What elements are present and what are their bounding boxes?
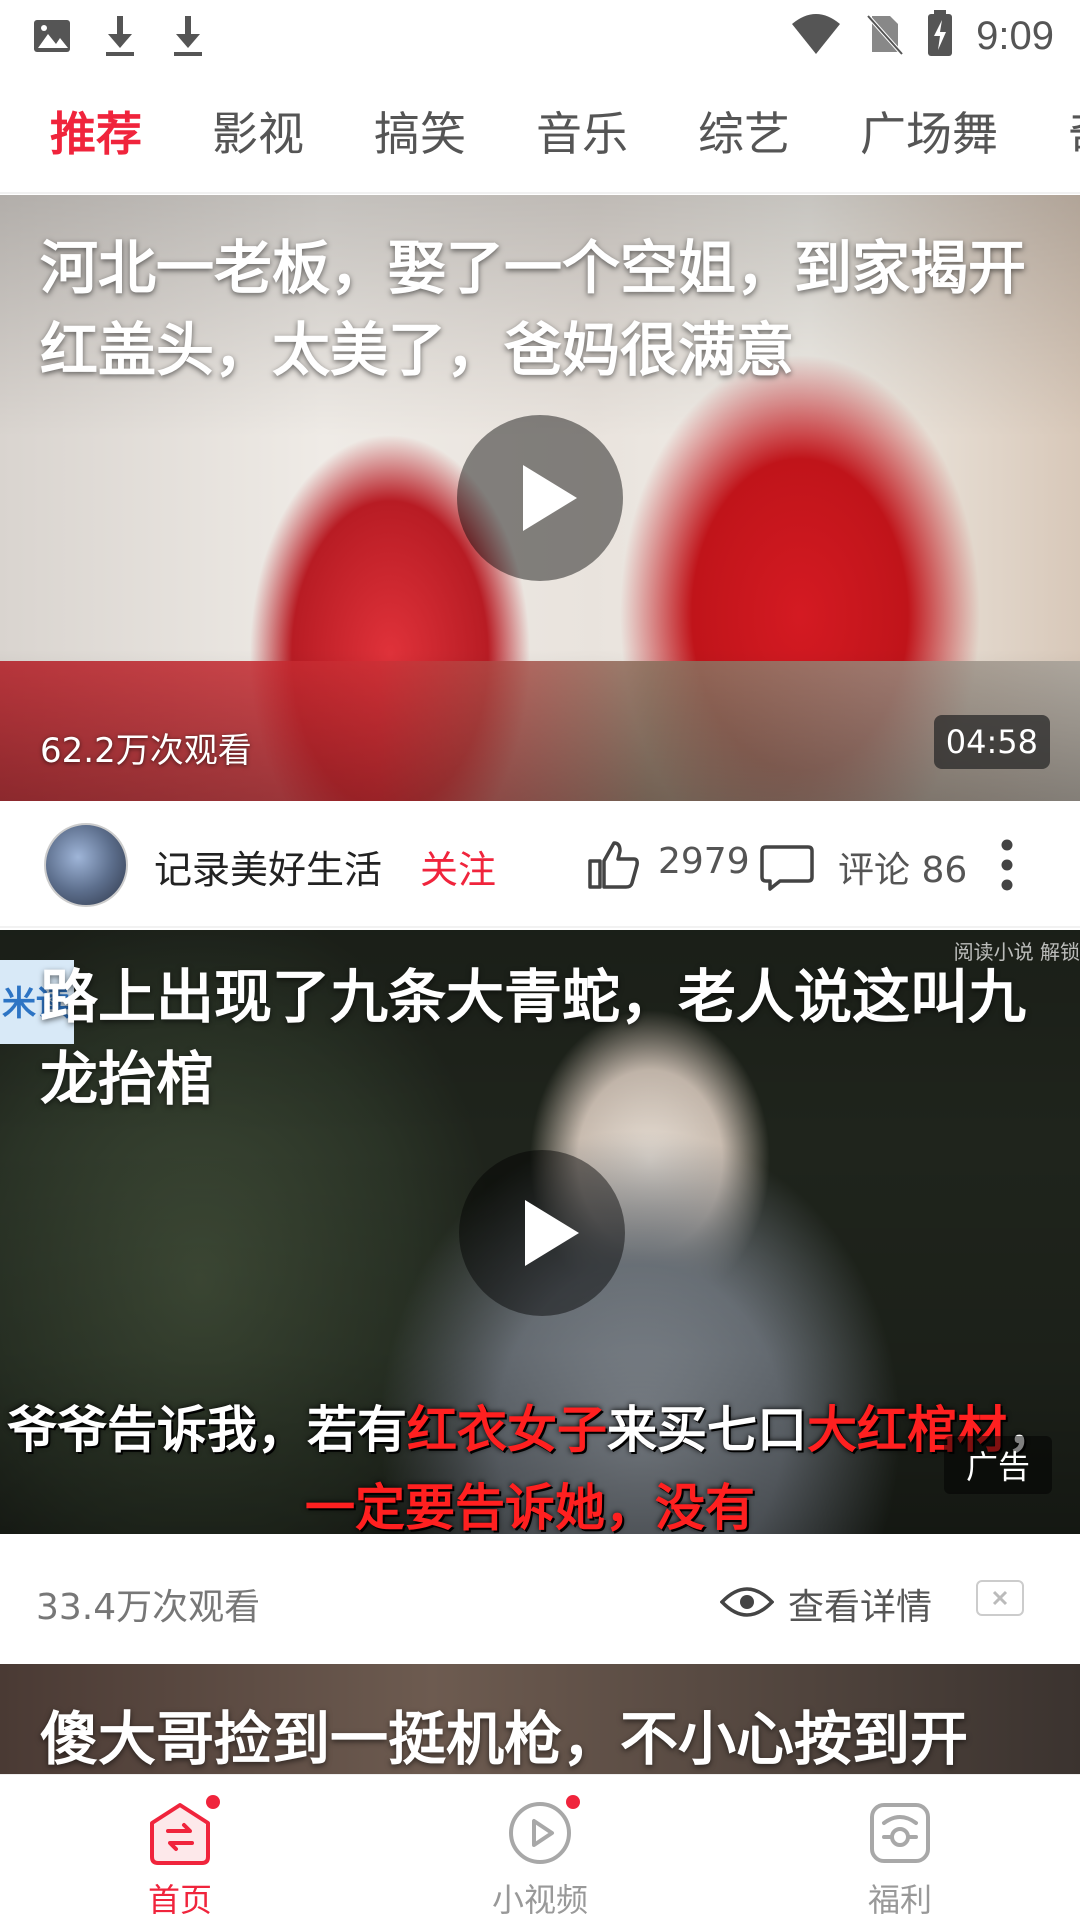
avatar[interactable] xyxy=(44,823,128,907)
tab-variety[interactable]: 综艺 xyxy=(698,98,790,164)
video-title[interactable]: 路上出现了九条大青蛇，老人说这叫九龙抬棺 xyxy=(40,956,1030,1120)
video-title[interactable]: 河北一老板，娶了一个空姐，到家揭开红盖头，太美了，爸妈很满意 xyxy=(40,227,1030,391)
tab-film[interactable]: 影视 xyxy=(212,98,304,164)
comment-count[interactable]: 评论 86 xyxy=(838,841,967,893)
nav-label: 小视频 xyxy=(491,1881,588,1919)
video-meta-row: 记录美好生活 关注 2979 评论 86 xyxy=(0,801,1080,929)
comment-icon[interactable] xyxy=(760,843,814,895)
nav-benefits[interactable]: 福利 xyxy=(800,1775,1000,1920)
like-count: 2979 xyxy=(658,841,750,882)
nav-home[interactable]: 首页 xyxy=(80,1775,280,1920)
play-circle-icon xyxy=(506,1799,574,1867)
play-icon xyxy=(523,465,577,531)
nav-label: 福利 xyxy=(867,1881,932,1919)
play-button[interactable] xyxy=(459,1150,625,1316)
video-thumbnail[interactable]: 傻大哥捡到一挺机枪，不小心按到开 xyxy=(0,1664,1080,1774)
eye-icon[interactable] xyxy=(719,1584,775,1624)
more-options-icon[interactable] xyxy=(996,837,1018,897)
image-icon xyxy=(32,16,72,60)
view-details-button[interactable]: 查看详情 xyxy=(788,1578,932,1630)
battery-charging-icon xyxy=(926,10,954,62)
close-ad-button[interactable] xyxy=(976,1580,1024,1616)
tab-more[interactable]: 奇 xyxy=(1068,98,1080,164)
duration-badge: 04:58 xyxy=(933,715,1050,769)
nav-label: 首页 xyxy=(147,1881,212,1919)
play-button[interactable] xyxy=(457,415,623,581)
gift-icon xyxy=(866,1799,934,1867)
ad-badge: 广告 xyxy=(943,1436,1052,1494)
tab-music[interactable]: 音乐 xyxy=(536,98,628,164)
divider xyxy=(0,926,1080,928)
close-icon xyxy=(992,1590,1008,1606)
ad-meta-row: 33.4万次观看 查看详情 xyxy=(0,1534,1080,1664)
bottom-navigation: 首页 小视频 福利 xyxy=(0,1774,1080,1920)
divider xyxy=(0,192,1080,194)
category-tabs: 推荐 影视 搞笑 音乐 综艺 广场舞 奇 xyxy=(0,90,1080,176)
view-count: 33.4万次观看 xyxy=(36,1587,261,1628)
status-bar: 9:09 xyxy=(0,0,1080,76)
author-name[interactable]: 记录美好生活 xyxy=(154,839,382,894)
home-icon xyxy=(146,1799,214,1867)
tab-square-dance[interactable]: 广场舞 xyxy=(860,98,998,164)
thumbs-up-icon[interactable] xyxy=(586,841,640,893)
tab-recommend[interactable]: 推荐 xyxy=(50,98,142,164)
notification-dot xyxy=(566,1795,580,1809)
no-sim-icon xyxy=(864,12,904,60)
video-thumbnail[interactable]: 河北一老板，娶了一个空姐，到家揭开红盖头，太美了，爸妈很满意 62.2万次观看 … xyxy=(0,195,1080,801)
play-icon xyxy=(525,1200,579,1266)
view-count: 62.2万次观看 xyxy=(40,731,252,771)
download-icon xyxy=(100,14,140,62)
download-icon xyxy=(168,14,208,62)
ad-video-thumbnail[interactable]: 米读 阅读小说 解锁 路上出现了九条大青蛇，老人说这叫九龙抬棺 爷爷告诉我，若有… xyxy=(0,930,1080,1534)
subtitle-line-1: 爷爷告诉我，若有红衣女子来买七口大红棺材， xyxy=(7,1401,1057,1459)
video-title[interactable]: 傻大哥捡到一挺机枪，不小心按到开 xyxy=(40,1698,1030,1774)
follow-button[interactable]: 关注 xyxy=(420,839,496,894)
clock: 9:09 xyxy=(976,13,1054,58)
notification-dot xyxy=(206,1795,220,1809)
nav-short-video[interactable]: 小视频 xyxy=(440,1775,640,1920)
subtitle-line-2: 一定要告诉她，没有 xyxy=(305,1479,755,1534)
wifi-icon xyxy=(790,12,842,60)
tab-comedy[interactable]: 搞笑 xyxy=(374,98,466,164)
